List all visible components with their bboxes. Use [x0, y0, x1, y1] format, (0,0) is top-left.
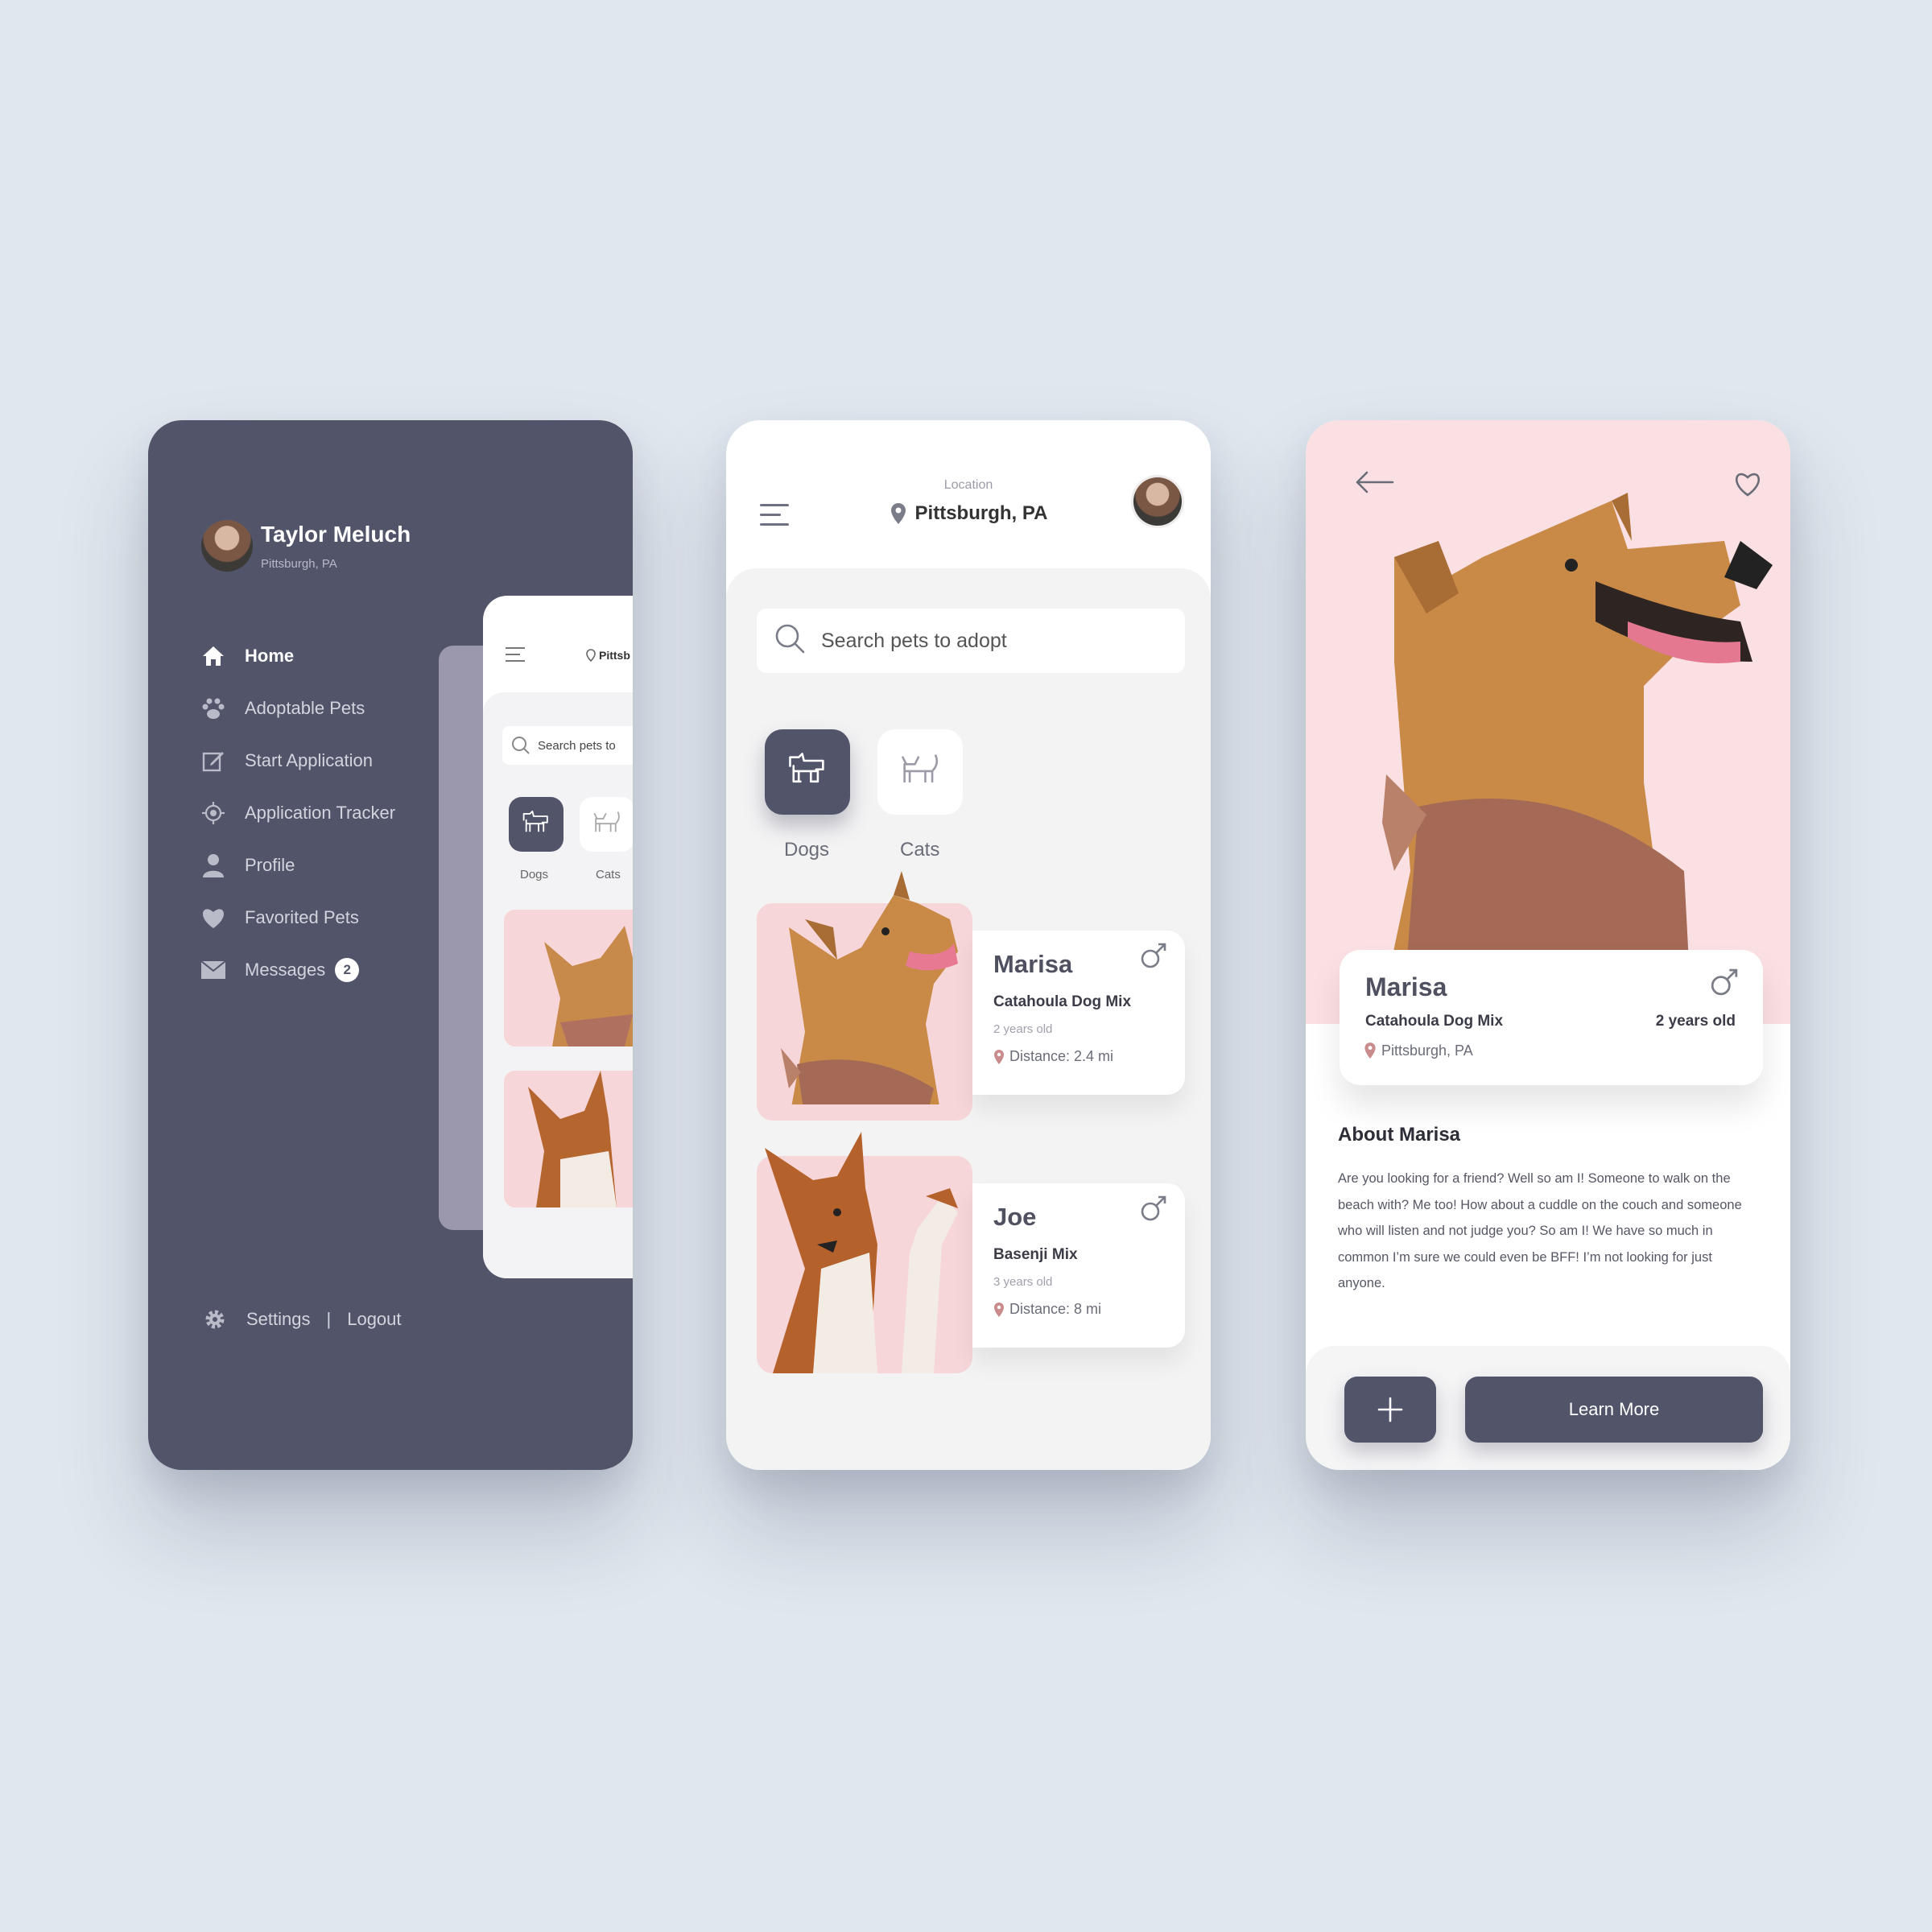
preview-pet-photo	[504, 910, 633, 1046]
logout-link[interactable]: Logout	[347, 1309, 401, 1330]
dog-icon	[522, 810, 548, 832]
pet-card[interactable]: Joe Basenji Mix 3 years old Distance: 8 …	[757, 1132, 1185, 1373]
pet-name: Joe	[993, 1203, 1037, 1231]
preview-location: Pittsb	[586, 649, 630, 662]
category-cats-button[interactable]	[877, 729, 963, 815]
preview-cats-button	[580, 797, 633, 852]
nav-item-profile[interactable]: Profile	[200, 839, 395, 891]
nav-item-label: Home	[245, 645, 295, 666]
pet-card[interactable]: Marisa Catahoula Dog Mix 2 years old Dis…	[757, 871, 1185, 1121]
preview-dogs-label: Dogs	[520, 868, 549, 881]
pet-card-info: Marisa Catahoula Dog Mix 2 years old Dis…	[972, 931, 1185, 1095]
preview-search: Search pets to	[502, 726, 633, 765]
location-value: Pittsburgh, PA	[914, 502, 1048, 524]
nav-item-label: Adoptable Pets	[245, 697, 365, 718]
pet-summary-card: Marisa Catahoula Dog Mix 2 years old Pit…	[1340, 950, 1763, 1085]
pet-location: Pittsburgh, PA	[1364, 1042, 1473, 1059]
dog-icon	[789, 753, 824, 783]
side-nav: Home Adoptable Pets Start Application Ap…	[200, 630, 395, 996]
category-cats-label: Cats	[900, 839, 940, 861]
pet-age: 2 years old	[1655, 1013, 1736, 1030]
add-button[interactable]	[1344, 1377, 1436, 1443]
nav-item-start-application[interactable]: Start Application	[200, 734, 395, 786]
nav-item-label: Start Application	[245, 749, 373, 770]
preview-menu-icon	[506, 647, 525, 662]
pet-name: Marisa	[993, 950, 1073, 978]
pet-photo	[757, 1132, 972, 1373]
search-input[interactable]: Search pets to adopt	[757, 609, 1185, 673]
about-title: About Marisa	[1338, 1124, 1461, 1146]
user-icon	[200, 852, 227, 879]
pet-hero-photo	[1306, 420, 1790, 1024]
nav-item-favorited-pets[interactable]: Favorited Pets	[200, 891, 395, 943]
nav-item-application-tracker[interactable]: Application Tracker	[200, 786, 395, 839]
pin-icon	[890, 503, 906, 524]
cat-icon	[593, 811, 620, 832]
side-menu-screen: Taylor Meluch Pittsburgh, PA Pittsb Sear…	[148, 420, 633, 1470]
male-icon	[1710, 968, 1739, 1001]
category-dogs-button[interactable]	[765, 729, 850, 815]
settings-link[interactable]: Settings	[246, 1309, 311, 1330]
target-icon	[200, 799, 227, 827]
pin-icon	[1364, 1042, 1376, 1059]
male-icon	[1140, 942, 1167, 973]
plus-icon	[1377, 1397, 1403, 1422]
home-icon	[200, 642, 227, 670]
user-avatar[interactable]	[201, 520, 253, 572]
home-body: Search pets to adopt Dogs Cats Marisa Ca…	[726, 568, 1211, 1470]
heart-icon	[200, 904, 227, 931]
cat-icon	[902, 754, 939, 783]
pet-age: 3 years old	[993, 1275, 1053, 1289]
edit-icon	[200, 747, 227, 774]
user-location: Pittsburgh, PA	[261, 557, 337, 571]
pet-breed: Basenji Mix	[993, 1246, 1078, 1263]
home-screen: Location Pittsburgh, PA Search pets to a…	[726, 420, 1211, 1470]
nav-item-label: Profile	[245, 854, 295, 875]
footer-separator: |	[326, 1309, 332, 1329]
user-name: Taylor Meluch	[261, 522, 411, 547]
pin-icon	[586, 649, 596, 662]
pet-distance: Distance: 2.4 mi	[993, 1048, 1113, 1065]
gear-icon	[201, 1306, 229, 1333]
search-placeholder: Search pets to adopt	[821, 629, 1007, 652]
preview-cats-label: Cats	[596, 868, 621, 881]
category-dogs-label: Dogs	[784, 839, 830, 861]
user-avatar[interactable]	[1131, 475, 1184, 528]
nav-item-messages[interactable]: Messages 2	[200, 943, 395, 996]
male-icon	[1140, 1195, 1167, 1226]
nav-item-home[interactable]: Home	[200, 630, 395, 682]
menu-footer: Settings | Logout	[201, 1306, 402, 1333]
nav-item-label: Messages	[245, 959, 326, 980]
messages-badge: 2	[335, 957, 360, 982]
dog-photo	[765, 1132, 958, 1373]
pin-icon	[994, 1302, 1004, 1317]
preview-pet-photo	[504, 1071, 633, 1208]
pet-name: Marisa	[1365, 972, 1447, 1001]
pet-distance: Distance: 8 mi	[993, 1301, 1101, 1318]
preview-dogs-button	[509, 797, 564, 852]
favorite-heart-icon[interactable]	[1732, 470, 1763, 502]
back-arrow-icon[interactable]	[1354, 470, 1394, 498]
paw-icon	[200, 695, 227, 722]
pin-icon	[994, 1049, 1004, 1064]
nav-item-label: Favorited Pets	[245, 906, 359, 927]
pet-breed: Catahoula Dog Mix	[1365, 1013, 1504, 1030]
nav-item-label: Application Tracker	[245, 802, 396, 823]
preview-body: Search pets to Dogs Cats	[483, 692, 633, 1278]
search-icon	[512, 737, 530, 754]
about-text: Are you looking for a friend? Well so am…	[1338, 1171, 1742, 1290]
dog-photo	[781, 871, 958, 1104]
pet-card-info: Joe Basenji Mix 3 years old Distance: 8 …	[972, 1183, 1185, 1348]
mail-icon	[200, 956, 227, 984]
preview-home-screen[interactable]: Pittsb Search pets to Dogs Cats	[483, 596, 633, 1278]
pet-age: 2 years old	[993, 1022, 1053, 1036]
learn-more-button[interactable]: Learn More	[1465, 1377, 1763, 1443]
dog-photo	[1378, 493, 1773, 1024]
search-icon	[773, 621, 807, 661]
pet-breed: Catahoula Dog Mix	[993, 993, 1132, 1010]
pet-photo	[757, 871, 972, 1121]
nav-item-adoptable-pets[interactable]: Adoptable Pets	[200, 682, 395, 734]
pet-detail-screen: Marisa Catahoula Dog Mix 2 years old Pit…	[1306, 420, 1790, 1470]
